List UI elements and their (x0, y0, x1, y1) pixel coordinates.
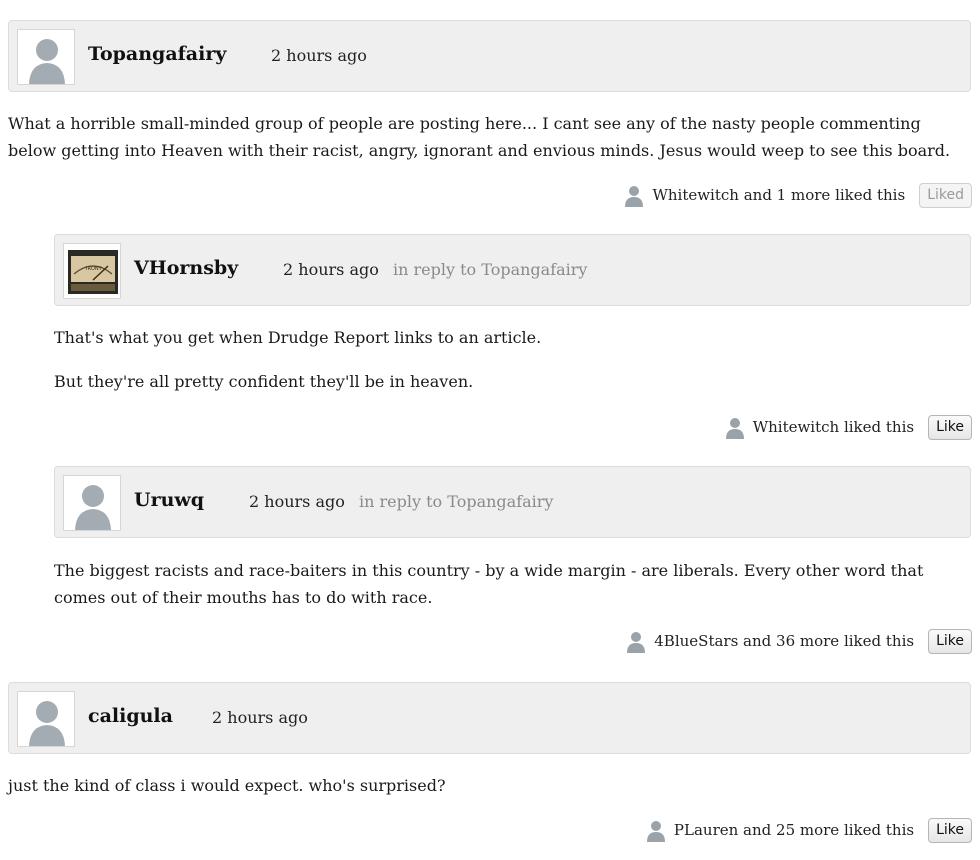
comment-header: Topangafairy 2 hours ago (8, 20, 971, 92)
comment-paragraph: What a horrible small-minded group of pe… (8, 114, 951, 160)
reply-to-link[interactable]: in reply to Topangafairy (393, 260, 587, 279)
comment-time[interactable]: 2 hours ago (249, 492, 345, 511)
comment-body: The biggest racists and race-baiters in … (54, 557, 974, 628)
liker-avatar-icon (725, 418, 744, 439)
default-avatar-icon[interactable] (17, 29, 75, 85)
reply-to-link[interactable]: in reply to Topangafairy (359, 492, 553, 511)
comment-time[interactable]: 2 hours ago (212, 708, 308, 727)
comment-body: What a horrible small-minded group of pe… (8, 110, 973, 181)
like-button[interactable]: Like (928, 817, 972, 843)
liker-avatar-icon (646, 821, 665, 842)
likes-row: Whitewitch and 1 more liked this Liked (622, 182, 972, 208)
comment-header: caligula 2 hours ago (8, 682, 971, 754)
comment-author[interactable]: VHornsby (134, 257, 238, 279)
comment-body: That's what you get when Drudge Report l… (54, 324, 971, 412)
comment-body: just the kind of class i would expect. w… (8, 772, 973, 816)
comment-author[interactable]: caligula (88, 705, 173, 727)
comment-paragraph: That's what you get when Drudge Report l… (54, 328, 542, 347)
comment-paragraph: But they're all pretty confident they'll… (54, 372, 474, 391)
liker-avatar-icon (625, 186, 644, 207)
liked-button[interactable]: Liked (919, 182, 972, 208)
comment: IRONY VHornsby 2 hours ago in reply to T… (0, 220, 980, 450)
comment: Uruwq 2 hours ago in reply to Topangafai… (0, 450, 980, 670)
likes-text[interactable]: Whitewitch liked this (753, 418, 914, 436)
comment-time[interactable]: 2 hours ago (271, 46, 367, 65)
liker-avatar-icon (627, 632, 646, 653)
comment-header: IRONY VHornsby 2 hours ago in reply to T… (54, 234, 971, 306)
likes-text[interactable]: PLauren and 25 more liked this (674, 821, 914, 839)
comment-author[interactable]: Topangafairy (88, 43, 226, 65)
comment-author[interactable]: Uruwq (134, 489, 204, 511)
comment-header: Uruwq 2 hours ago in reply to Topangafai… (54, 466, 971, 538)
likes-row: PLauren and 25 more liked this Like (644, 817, 972, 843)
comment: caligula 2 hours ago just the kind of cl… (0, 670, 980, 860)
comment-paragraph: The biggest racists and race-baiters in … (54, 561, 924, 607)
default-avatar-icon[interactable] (17, 691, 75, 747)
likes-text[interactable]: Whitewitch and 1 more liked this (652, 186, 905, 204)
default-avatar-icon[interactable] (63, 475, 121, 531)
likes-row: Whitewitch liked this Like (723, 414, 972, 440)
likes-row: 4BlueStars and 36 more liked this Like (624, 628, 972, 654)
comment-time[interactable]: 2 hours ago (283, 260, 379, 279)
irony-meter-avatar[interactable]: IRONY (63, 243, 121, 299)
like-button[interactable]: Like (928, 414, 972, 440)
comment: Topangafairy 2 hours ago What a horrible… (0, 0, 980, 220)
comment-paragraph: just the kind of class i would expect. w… (8, 776, 446, 795)
likes-text[interactable]: 4BlueStars and 36 more liked this (654, 632, 914, 650)
avatar-label: IRONY (86, 266, 103, 272)
like-button[interactable]: Like (928, 628, 972, 654)
